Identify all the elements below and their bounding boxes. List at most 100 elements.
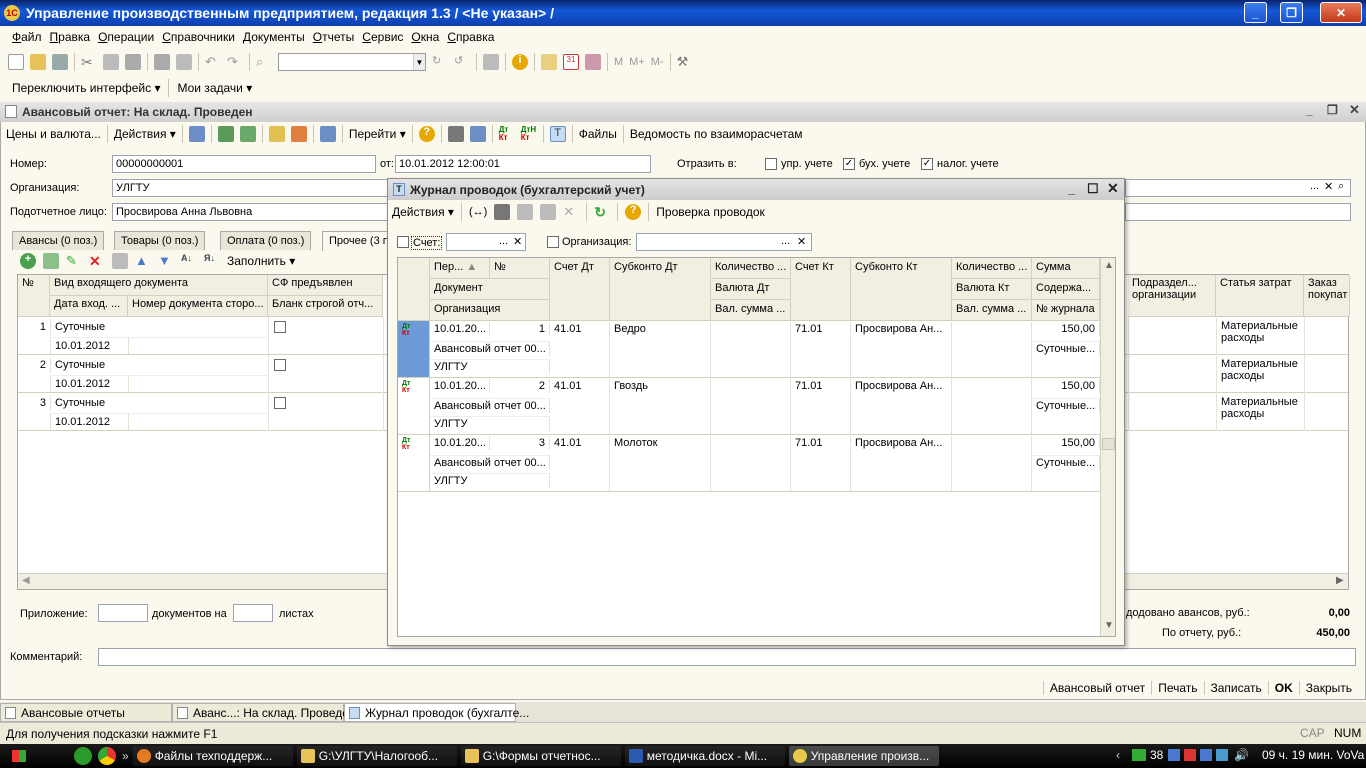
reflect-tax-checkbox[interactable]: ✓ — [921, 158, 933, 170]
select-ellipsis-button[interactable]: ... — [499, 235, 508, 247]
doc-actions-button[interactable]: Действия ▾ — [114, 127, 176, 141]
print-button[interactable]: Печать — [1151, 681, 1203, 695]
chrome-icon[interactable] — [98, 747, 116, 765]
journal-row[interactable]: Дт Кт 10.01.20... 3 Авансовый отчет 00...… — [398, 435, 1100, 492]
menu-item-0[interactable]: Файл — [8, 30, 46, 44]
prices-currency-button[interactable]: Цены и валюта... — [6, 127, 101, 141]
journal-actions-button[interactable]: Действия ▾ — [392, 205, 454, 219]
edit-row-icon[interactable]: ✎ — [66, 253, 82, 269]
select-ellipsis-button[interactable]: ... — [781, 235, 790, 247]
copy-doc-icon[interactable] — [239, 126, 256, 142]
structure-icon[interactable] — [290, 126, 307, 142]
filter-icon[interactable] — [494, 204, 511, 220]
move-up-icon[interactable]: ▲ — [135, 253, 151, 269]
reflect-acc-checkbox[interactable]: ✓ — [843, 158, 855, 170]
tab-payment[interactable]: Оплата (0 поз.) — [220, 231, 312, 250]
files-button[interactable]: Файлы — [579, 127, 617, 141]
menu-item-3[interactable]: Справочники — [158, 30, 239, 44]
utorrent-icon[interactable] — [74, 747, 92, 765]
paste-icon[interactable] — [125, 54, 141, 70]
save-button[interactable]: Записать — [1203, 681, 1268, 695]
filter-account-checkbox[interactable] — [397, 236, 409, 248]
accountable-person-field[interactable]: Просвирова Анна Львовна — [112, 203, 388, 221]
vertical-scrollbar[interactable]: ▲ ▼ — [1100, 258, 1115, 636]
scroll-down-icon[interactable]: ▼ — [1104, 620, 1114, 631]
list-icon[interactable] — [447, 126, 464, 142]
clear-filter-icon[interactable]: ✕ — [563, 204, 579, 220]
goto-arrow-icon[interactable] — [319, 126, 336, 142]
ok-button[interactable]: OK — [1267, 681, 1299, 695]
accountable-person-field-tail[interactable] — [1125, 203, 1351, 221]
doc-restore-button[interactable]: ❐ — [1327, 103, 1338, 117]
organization-field[interactable]: УЛГТУ — [112, 179, 388, 197]
start-button[interactable] — [0, 745, 40, 767]
filter-history-icon[interactable] — [540, 204, 557, 220]
attachment-docs-field[interactable] — [98, 604, 148, 622]
clear-icon[interactable]: ✕ — [797, 235, 806, 248]
row-sf-checkbox[interactable] — [274, 321, 286, 333]
tab-goods[interactable]: Товары (0 поз.) — [114, 231, 206, 250]
maximize-button[interactable]: ❐ — [1280, 2, 1303, 23]
tray-alert-icon[interactable] — [1184, 749, 1196, 761]
search-icon[interactable]: ⌕ — [1338, 180, 1344, 193]
journal-maximize-button[interactable]: ☐ — [1087, 181, 1099, 197]
search-icon[interactable]: ⌕ — [256, 54, 272, 70]
help-icon[interactable]: ? — [418, 126, 435, 142]
tray-app-icon[interactable] — [1168, 749, 1180, 761]
tree-list-icon[interactable] — [469, 126, 486, 142]
journal-row[interactable]: Дт Кт 10.01.20... 2 Авансовый отчет 00...… — [398, 378, 1100, 435]
dt-kt-n-icon[interactable]: ДтН Кт — [521, 126, 537, 142]
search-input[interactable]: ▼ — [278, 53, 426, 71]
date-field[interactable]: 10.01.2012 12:00:01 — [395, 155, 651, 173]
journal-row[interactable]: Дт Кт 10.01.20... 1 Авансовый отчет 00...… — [398, 321, 1100, 378]
menu-item-6[interactable]: Сервис — [358, 30, 407, 44]
based-on-icon[interactable] — [268, 126, 285, 142]
post-icon[interactable] — [188, 126, 205, 142]
clear-icon[interactable]: ✕ — [1324, 180, 1333, 193]
dt-kt-icon[interactable]: Дт Кт — [499, 126, 515, 142]
row-sf-checkbox[interactable] — [274, 359, 286, 371]
menu-item-8[interactable]: Справка — [443, 30, 498, 44]
copy-icon[interactable] — [103, 54, 119, 70]
number-field[interactable]: 00000000001 — [112, 155, 376, 173]
columns-icon[interactable]: (↔) — [469, 206, 487, 218]
quick-launch-more-icon[interactable]: » — [122, 749, 129, 763]
taskbar-firefox[interactable]: Файлы техподдерж... — [132, 746, 293, 766]
preview-icon[interactable] — [176, 54, 192, 70]
journal-minimize-button[interactable]: _ — [1068, 181, 1075, 196]
end-edit-icon[interactable] — [112, 253, 128, 269]
goto-button[interactable]: Перейти ▾ — [349, 127, 406, 141]
volume-icon[interactable]: 🔊 — [1234, 748, 1249, 762]
filter-account-field[interactable]: ... ✕ — [446, 233, 526, 251]
tray-network-icon[interactable] — [1216, 749, 1228, 761]
sort-desc-icon[interactable]: Я↓ — [204, 253, 220, 269]
tools-icon[interactable]: ⚒ — [677, 54, 693, 70]
taskbar-folder-tax[interactable]: G:\УЛГТУ\Налогооб... — [296, 746, 457, 766]
info-icon[interactable]: i — [512, 54, 528, 70]
network-icon[interactable] — [1132, 749, 1146, 761]
calculator-icon[interactable] — [541, 54, 557, 70]
menu-item-5[interactable]: Отчеты — [309, 30, 359, 44]
tab-other[interactable]: Прочее (3 п — [322, 231, 396, 251]
my-tasks-button[interactable]: Мои задачи ▾ — [177, 81, 252, 95]
clear-icon[interactable]: ✕ — [513, 235, 522, 248]
taskbar-1c[interactable]: Управление произв... — [788, 746, 939, 766]
window-tab-advance-reports[interactable]: Авансовые отчеты — [0, 702, 172, 722]
refresh-icon[interactable]: ↻ — [594, 204, 610, 220]
col-period-header[interactable]: Пер... ▲ — [430, 258, 490, 279]
move-down-icon[interactable]: ▼ — [158, 253, 174, 269]
taskbar-word[interactable]: методичка.docx - Mi... — [624, 746, 785, 766]
menu-item-1[interactable]: Правка — [46, 30, 95, 44]
doc-minimize-button[interactable]: _ — [1306, 103, 1313, 117]
doc-close-button[interactable]: ✕ — [1349, 102, 1360, 118]
memory-minus-icon[interactable]: M- — [651, 56, 664, 68]
advance-report-print-button[interactable]: Авансовый отчет — [1042, 681, 1151, 695]
memory-plus-icon[interactable]: M+ — [629, 56, 645, 68]
refresh-doc-icon[interactable] — [217, 126, 234, 142]
filter-org-field[interactable]: ... ✕ — [636, 233, 812, 251]
delete-row-icon[interactable]: ✕ — [89, 253, 105, 269]
cut-icon[interactable]: ✂ — [81, 54, 97, 70]
save-icon[interactable] — [52, 54, 68, 70]
taskbar-folder-forms[interactable]: G:\Формы отчетнос... — [460, 746, 621, 766]
movements-icon[interactable]: T — [549, 126, 566, 142]
